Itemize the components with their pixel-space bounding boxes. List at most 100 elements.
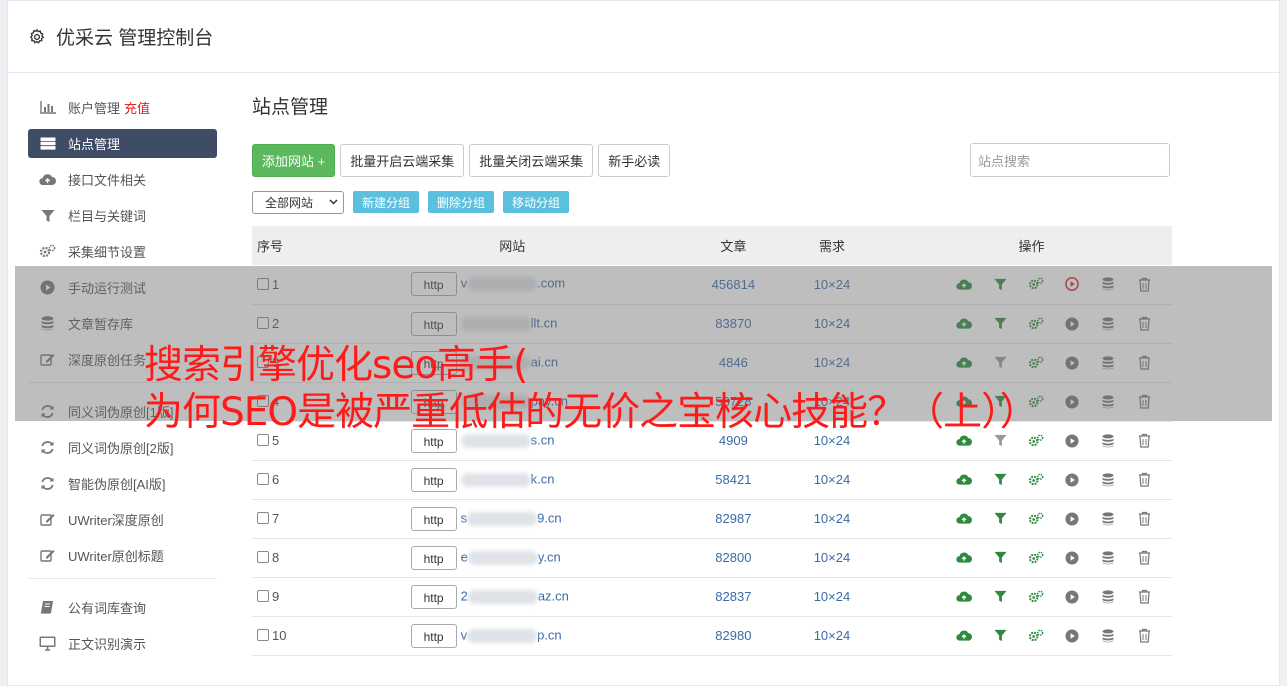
database-icon[interactable]	[1100, 433, 1116, 449]
site-domain-suffix[interactable]: 9.cn	[537, 510, 562, 525]
sidebar-divider	[28, 578, 217, 579]
http-badge[interactable]: http	[410, 467, 457, 492]
trash-icon[interactable]	[1136, 472, 1152, 488]
trash-icon[interactable]	[1136, 433, 1152, 449]
cloud-upload-icon[interactable]	[956, 589, 972, 605]
cloud-upload-icon[interactable]	[956, 472, 972, 488]
site-domain-suffix[interactable]: p.cn	[537, 627, 562, 642]
need-value: 10×24	[813, 511, 851, 526]
article-count[interactable]: 82980	[694, 616, 773, 655]
cloud-upload-icon[interactable]	[956, 550, 972, 566]
sidebar-item[interactable]: 同义词伪原创[2版]	[28, 433, 217, 462]
sidebar-item[interactable]: UWriter深度原创	[28, 505, 217, 534]
sidebar-item-label: 账户管理	[68, 101, 121, 116]
sidebar-item[interactable]: 正文识别演示	[28, 629, 217, 658]
play-circle-icon[interactable]	[1064, 433, 1080, 449]
row-index-cell: 8	[252, 538, 331, 577]
group-select[interactable]: 全部网站	[252, 190, 344, 214]
group-select-value: 全部网站	[265, 195, 314, 210]
cogs-icon[interactable]	[1028, 511, 1044, 527]
database-icon[interactable]	[1100, 472, 1116, 488]
cogs-icon[interactable]	[1028, 628, 1044, 644]
overlay-headline: 搜索引擎优化seo高手( 为何SEO是被严重低估的无价之宝核心技能？（上））	[144, 342, 1039, 436]
cloud-upload-icon[interactable]	[956, 511, 972, 527]
batch-close-cloud-button[interactable]: 批量关闭云端采集	[469, 143, 594, 177]
article-count[interactable]: 82800	[694, 538, 773, 577]
add-site-button[interactable]: 添加网站 +	[252, 143, 336, 177]
sidebar-item[interactable]: 采集细节设置	[28, 237, 217, 266]
article-count[interactable]: 58421	[694, 460, 773, 499]
site-domain-prefix[interactable]: e	[461, 549, 468, 564]
header-articles: 文章	[720, 239, 747, 254]
article-count[interactable]: 82837	[694, 577, 773, 616]
database-icon[interactable]	[1100, 589, 1116, 605]
site-domain-suffix[interactable]: az.cn	[538, 588, 569, 603]
cogs-icon[interactable]	[1028, 589, 1044, 605]
filter-icon[interactable]	[992, 589, 1008, 605]
sidebar-item[interactable]: 接口文件相关	[28, 165, 217, 194]
trash-icon[interactable]	[1136, 511, 1152, 527]
gear-icon	[29, 28, 45, 44]
filter-icon[interactable]	[992, 628, 1008, 644]
row-checkbox[interactable]	[257, 629, 269, 641]
newbie-guide-button[interactable]: 新手必读	[598, 143, 671, 177]
filter-icon[interactable]	[992, 550, 1008, 566]
database-icon[interactable]	[1100, 511, 1116, 527]
batch-open-cloud-button[interactable]: 批量开启云端采集	[340, 143, 465, 177]
cloud-upload-icon[interactable]	[956, 628, 972, 644]
http-badge[interactable]: http	[410, 545, 457, 570]
need-value: 10×24	[813, 550, 851, 565]
row-checkbox[interactable]	[257, 590, 269, 602]
site-domain-suffix[interactable]: k.cn	[531, 471, 555, 486]
filter-icon[interactable]	[992, 511, 1008, 527]
database-icon[interactable]	[1100, 550, 1116, 566]
play-circle-icon[interactable]	[1064, 472, 1080, 488]
trash-icon[interactable]	[1136, 550, 1152, 566]
http-badge[interactable]: http	[410, 584, 457, 609]
recharge-link[interactable]: 充值	[124, 98, 150, 117]
edit-icon	[39, 512, 56, 527]
redacted-domain	[460, 472, 531, 487]
new-group-button[interactable]: 新建分组	[353, 191, 420, 213]
move-group-button[interactable]: 移动分组	[503, 191, 570, 213]
http-badge[interactable]: http	[410, 506, 457, 531]
sidebar-item[interactable]: 站点管理	[28, 129, 217, 158]
site-cell: http k.cn	[331, 460, 694, 499]
row-checkbox[interactable]	[257, 473, 269, 485]
row-index: 7	[272, 511, 280, 526]
article-count[interactable]: 82987	[694, 499, 773, 538]
monitor-icon	[39, 636, 56, 651]
sidebar-item-label: 接口文件相关	[68, 173, 147, 188]
need-value: 10×24	[813, 628, 851, 643]
play-circle-icon[interactable]	[1064, 628, 1080, 644]
cogs-icon[interactable]	[1028, 550, 1044, 566]
sidebar-item[interactable]: UWriter原创标题	[28, 541, 217, 570]
trash-icon[interactable]	[1136, 628, 1152, 644]
sidebar-item[interactable]: 智能伪原创[AI版]	[28, 469, 217, 498]
delete-group-button[interactable]: 删除分组	[428, 191, 495, 213]
play-circle-icon[interactable]	[1064, 511, 1080, 527]
filter-icon[interactable]	[992, 472, 1008, 488]
site-search-input[interactable]: 站点搜索	[970, 143, 1170, 177]
play-circle-icon[interactable]	[1064, 550, 1080, 566]
row-checkbox[interactable]	[257, 551, 269, 563]
refresh-icon	[39, 440, 56, 455]
site-domain-prefix[interactable]: 2	[461, 588, 468, 603]
play-circle-icon[interactable]	[1064, 589, 1080, 605]
sidebar-item[interactable]: 账户管理 充值	[28, 93, 217, 122]
bar-chart-icon	[39, 100, 56, 115]
trash-icon[interactable]	[1136, 589, 1152, 605]
site-cell: http e y.cn	[331, 538, 694, 577]
chevron-down-icon	[329, 199, 338, 205]
row-index-cell: 7	[252, 499, 331, 538]
need-value: 10×24	[813, 589, 851, 604]
cogs-icon[interactable]	[1028, 472, 1044, 488]
site-domain-suffix[interactable]: y.cn	[538, 549, 561, 564]
database-icon[interactable]	[1100, 628, 1116, 644]
http-badge[interactable]: http	[410, 623, 457, 648]
table-row: 8 http e y.cn 82800 10×24	[252, 538, 1172, 577]
sidebar-item[interactable]: 栏目与关键词	[28, 201, 217, 230]
cogs-icon	[39, 244, 56, 259]
row-checkbox[interactable]	[257, 512, 269, 524]
sidebar-item[interactable]: 公有词库查询	[28, 593, 217, 622]
